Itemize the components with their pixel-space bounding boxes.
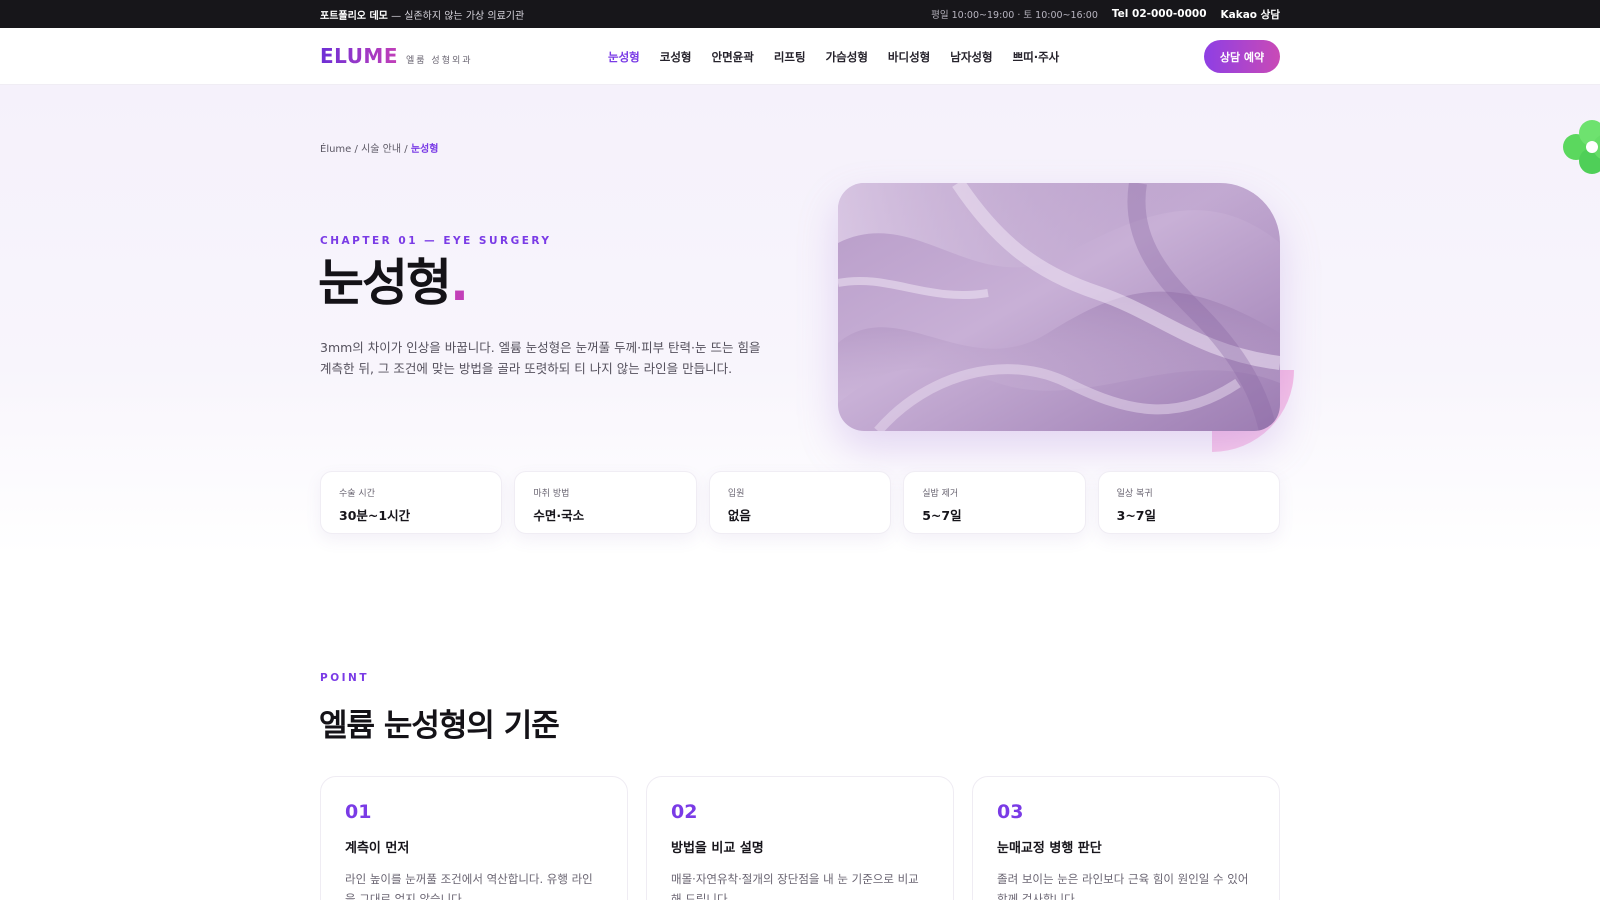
stat-label: 마취 방법 — [533, 489, 570, 499]
point-card-description: 라인 높이를 눈꺼풀 조건에서 역산합니다. 유행 라인을 그대로 얹지 않습니… — [345, 872, 593, 900]
hero-lead-text: 3mm의 차이가 인상을 바꿉니다. 엘륨 눈성형은 눈꺼풀 두께·피부 탄력·… — [320, 340, 761, 376]
point-card-title: 계측이 먼저 — [345, 841, 410, 856]
nav-item-petit-injection[interactable]: 쁘띠·주사 — [1013, 49, 1060, 65]
stat-label: 수술 시간 — [339, 489, 375, 499]
nav-item-breast[interactable]: 가슴성형 — [826, 49, 868, 65]
stat-card-anesthesia: 마취 방법 수면·국소 — [514, 471, 697, 534]
topbar-hours: 평일 10:00~19:00 · 토 10:00~16:00 — [931, 10, 1098, 21]
stat-value: 30분~1시간 — [339, 508, 411, 523]
breadcrumb-separator: / — [354, 144, 358, 155]
nav-item-mens[interactable]: 남자성형 — [950, 49, 992, 65]
point-card: 01 계측이 먼저 라인 높이를 눈꺼풀 조건에서 역산합니다. 유행 라인을 … — [320, 776, 628, 900]
stat-label: 일상 복귀 — [1116, 489, 1153, 499]
nav-item-facial-contour[interactable]: 안면윤곽 — [712, 49, 754, 65]
stat-card-recovery: 일상 복귀 3~7일 — [1097, 471, 1281, 534]
page-title: 눈성형. — [318, 254, 469, 313]
main-nav: ELUME 엘룸 성형외과 눈성형 코성형 안면윤곽 리프팅 가슴성형 바디성형… — [0, 28, 1600, 85]
point-card-description: 졸려 보이는 눈은 라인보다 근육 힘이 원인일 수 있어 함께 검사합니다. — [997, 872, 1249, 900]
point-card-number: 01 — [345, 801, 372, 823]
page-title-dot: . — [450, 254, 469, 312]
hero-silk-image — [838, 183, 1280, 431]
topbar-brand-label: 포트폴리오 데모 — [320, 10, 388, 22]
point-card: 02 방법을 비교 설명 매몰·자연유착·절개의 장단점을 내 눈 기준으로 비… — [646, 776, 954, 900]
breadcrumb-current: 눈성형 — [410, 144, 439, 155]
hero-eyebrow: CHAPTER 01 — EYE SURGERY — [320, 235, 552, 247]
top-info-bar: 포트폴리오 데모 — 실존하지 않는 가상 의료기관 평일 10:00~19:0… — [0, 0, 1600, 28]
nav-item-lifting[interactable]: 리프팅 — [774, 49, 806, 65]
consult-booking-button[interactable]: 상담 예약 — [1204, 40, 1280, 73]
stat-label: 실밥 제거 — [922, 489, 959, 499]
procedure-stats: 수술 시간 30분~1시간 마취 방법 수면·국소 입원 없음 실밥 제거 5~… — [320, 471, 1281, 534]
point-card-number: 03 — [997, 801, 1024, 823]
point-eyebrow: POINT — [320, 672, 369, 684]
point-card: 03 눈매교정 병행 판단 졸려 보이는 눈은 라인보다 근육 힘이 원인일 수… — [972, 776, 1280, 900]
nav-item-nose[interactable]: 코성형 — [660, 49, 692, 65]
logo-wordmark: ELUME — [320, 44, 398, 68]
point-card-number: 02 — [671, 801, 698, 823]
topbar-brand-note: — 실존하지 않는 가상 의료기관 — [391, 10, 525, 22]
stat-value: 3~7일 — [1116, 508, 1156, 523]
nav-item-eye[interactable]: 눈성형 — [608, 49, 640, 65]
stat-value: 5~7일 — [922, 508, 962, 523]
breadcrumb: Élume / 시술 안내 / 눈성형 — [320, 140, 438, 155]
topbar-tel-link[interactable]: Tel 02-000-0000 — [1112, 8, 1207, 20]
logo[interactable]: ELUME 엘룸 성형외과 — [320, 44, 473, 68]
stat-card-hospitalization: 입원 없음 — [708, 471, 892, 534]
stat-value: 수면·국소 — [533, 508, 585, 523]
floating-flower-decoration — [1563, 120, 1600, 174]
point-section-title: 엘륨 눈성형의 기준 — [319, 708, 560, 744]
topbar-brand: 포트폴리오 데모 — 실존하지 않는 가상 의료기관 — [320, 7, 524, 22]
stat-card-surgery-time: 수술 시간 30분~1시간 — [320, 471, 503, 534]
logo-subtitle: 엘룸 성형외과 — [406, 56, 473, 66]
topbar-contact: 평일 10:00~19:00 · 토 10:00~16:00 Tel 02-00… — [931, 7, 1280, 22]
stat-value: 없음 — [727, 508, 751, 523]
breadcrumb-home[interactable]: Élume — [320, 144, 351, 155]
nav-item-body[interactable]: 바디성형 — [888, 49, 930, 65]
stat-card-suture-removal: 실밥 제거 5~7일 — [903, 471, 1086, 534]
breadcrumb-section[interactable]: 시술 안내 — [361, 144, 401, 155]
point-card-title: 눈매교정 병행 판단 — [997, 841, 1102, 856]
breadcrumb-separator: / — [404, 144, 408, 155]
point-card-title: 방법을 비교 설명 — [671, 841, 764, 856]
page-title-text: 눈성형 — [318, 254, 452, 312]
nav-menu: 눈성형 코성형 안면윤곽 리프팅 가슴성형 바디성형 남자성형 쁘띠·주사 — [608, 28, 1059, 85]
topbar-kakao-link[interactable]: Kakao 상담 — [1221, 7, 1280, 22]
point-card-description: 매몰·자연유착·절개의 장단점을 내 눈 기준으로 비교해 드립니다. — [671, 872, 919, 900]
stat-label: 입원 — [727, 489, 745, 499]
point-cards: 01 계측이 먼저 라인 높이를 눈꺼풀 조건에서 역산합니다. 유행 라인을 … — [320, 776, 1280, 900]
